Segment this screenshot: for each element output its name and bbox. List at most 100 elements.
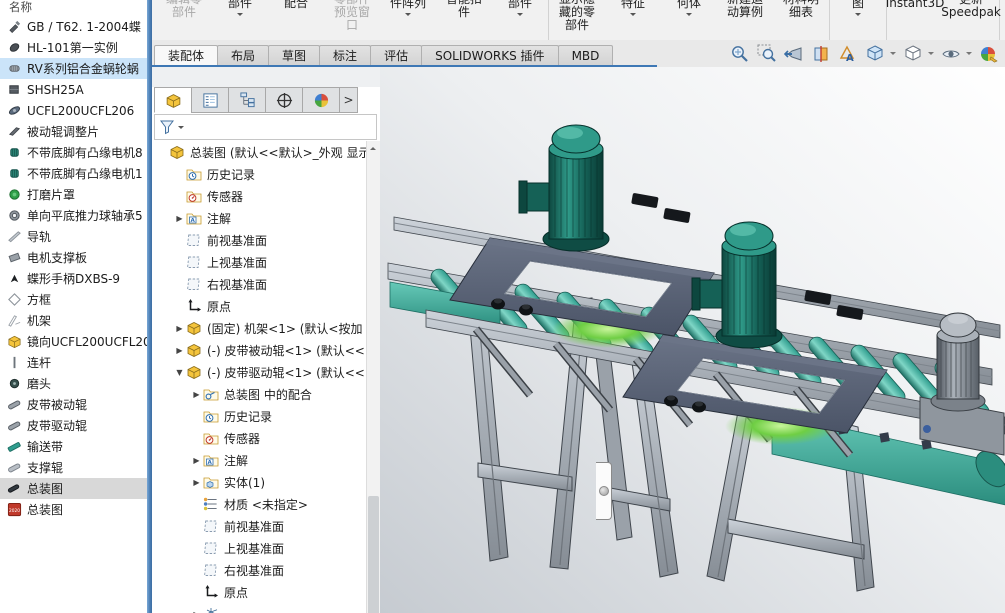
expand-arrow-icon[interactable]: ▶ bbox=[173, 346, 186, 355]
ribbon-button[interactable]: 图 bbox=[830, 0, 887, 40]
ribbon-button[interactable]: 材料明 细表 bbox=[773, 0, 830, 40]
file-list-item[interactable]: 蝶形手柄DXBS-9 bbox=[0, 268, 147, 289]
zoom-to-area-icon[interactable] bbox=[755, 42, 779, 66]
feature-tree-item[interactable]: 历史记录 bbox=[152, 163, 367, 185]
feature-tree-item[interactable]: 原点 bbox=[152, 581, 367, 603]
file-list-item[interactable]: 被动辊调整片 bbox=[0, 121, 147, 142]
feature-tree-item[interactable]: ▶ (-) 皮带被动辊<1> (默认<< bbox=[152, 339, 367, 361]
feature-tree-item[interactable]: 传感器 bbox=[152, 427, 367, 449]
zoom-to-fit-icon[interactable] bbox=[728, 42, 752, 66]
chevron-down-icon[interactable] bbox=[928, 52, 934, 58]
configuration-manager-tab[interactable] bbox=[228, 87, 266, 113]
feature-tree-item[interactable]: 右视基准面 bbox=[152, 559, 367, 581]
ribbon-button[interactable]: 新建运 动算例 bbox=[717, 0, 773, 40]
file-list-item[interactable]: 总装图 bbox=[0, 478, 147, 499]
ribbon-button[interactable]: 何体 bbox=[661, 0, 717, 40]
ribbon-button[interactable]: 件阵列 bbox=[380, 0, 436, 40]
feature-tree-item[interactable]: ▶ A 注解 bbox=[152, 207, 367, 229]
dimxpert-manager-tab[interactable] bbox=[265, 87, 303, 113]
display-style-icon[interactable] bbox=[901, 42, 925, 66]
file-list-item[interactable]: UCFL200UCFL206 bbox=[0, 100, 147, 121]
ribbon-button[interactable]: 部件 bbox=[492, 0, 549, 40]
ribbon-button[interactable]: 拍快照 bbox=[1000, 0, 1005, 40]
file-list-item[interactable]: 皮带驱动辊 bbox=[0, 415, 147, 436]
feature-tree-item[interactable]: ▶ A 注解 bbox=[152, 449, 367, 471]
previous-view-icon[interactable] bbox=[782, 42, 806, 66]
annotation-view-icon[interactable]: A bbox=[836, 42, 860, 66]
hide-show-items-icon[interactable] bbox=[939, 42, 963, 66]
ribbon-button[interactable]: 智能扣 件 bbox=[436, 0, 492, 40]
feature-tree-item[interactable]: ▶ 总装图 中的配合 bbox=[152, 383, 367, 405]
scroll-up-arrow-icon[interactable] bbox=[370, 144, 376, 150]
expand-arrow-icon[interactable]: ▶ bbox=[190, 610, 203, 613]
feature-tree-item[interactable]: 右视基准面 bbox=[152, 273, 367, 295]
file-list-item[interactable]: 输送带 bbox=[0, 436, 147, 457]
file-list-item[interactable]: 不带底脚有凸缘电机8 bbox=[0, 142, 147, 163]
feature-tree-item[interactable]: 上视基准面 bbox=[152, 251, 367, 273]
file-list-item[interactable]: 方框 bbox=[0, 289, 147, 310]
expand-arrow-icon[interactable]: ▼ bbox=[173, 368, 186, 377]
feature-tree-item[interactable]: ▼ (-) 皮带驱动辊<1> (默认<< bbox=[152, 361, 367, 383]
command-tab[interactable]: 草图 bbox=[268, 45, 320, 67]
expand-arrow-icon[interactable]: ▶ bbox=[190, 478, 203, 487]
file-list-item[interactable]: 机架 bbox=[0, 310, 147, 331]
ribbon-button[interactable]: 配合 bbox=[268, 0, 324, 40]
edit-appearance-icon[interactable] bbox=[977, 42, 1001, 66]
feature-tree-item[interactable]: 上视基准面 bbox=[152, 537, 367, 559]
expand-arrow-icon[interactable]: ▶ bbox=[190, 456, 203, 465]
file-list-item[interactable]: GB / T62. 1-2004蝶 bbox=[0, 16, 147, 37]
command-tab[interactable]: SOLIDWORKS 插件 bbox=[421, 45, 558, 67]
feature-tree-item[interactable]: 传感器 bbox=[152, 185, 367, 207]
command-tab[interactable]: 评估 bbox=[370, 45, 422, 67]
file-list-item[interactable]: RV系列铝合金蜗轮蜗 bbox=[0, 58, 147, 79]
scrollbar-thumb[interactable] bbox=[368, 496, 379, 613]
panel-collapse-handle[interactable] bbox=[596, 462, 612, 520]
ribbon-button[interactable]: 更新 Speedpak bbox=[943, 0, 1000, 40]
ribbon-button[interactable]: 部件 bbox=[212, 0, 268, 40]
file-list-item[interactable]: 2020 总装图 bbox=[0, 499, 147, 520]
section-view-icon[interactable] bbox=[809, 42, 833, 66]
feature-tree-item[interactable]: 总装图 (默认<<默认>_外观 显示 bbox=[152, 141, 367, 163]
command-tab[interactable]: MBD bbox=[558, 45, 614, 67]
file-list-item[interactable]: SHSH25A bbox=[0, 79, 147, 100]
tabs-overflow-arrow[interactable]: > bbox=[339, 87, 358, 113]
file-list-item[interactable]: HL-101第一实例 bbox=[0, 37, 147, 58]
chevron-down-icon[interactable] bbox=[890, 52, 896, 58]
file-list-item[interactable]: 支撑辊 bbox=[0, 457, 147, 478]
featuremanager-tree-tab[interactable] bbox=[154, 87, 192, 113]
tree-filter-bar[interactable] bbox=[154, 114, 377, 140]
feature-tree-item[interactable]: ▶ (固定) 机架<1> (默认<按加 bbox=[152, 317, 367, 339]
file-list-item[interactable]: 打磨片罩 bbox=[0, 184, 147, 205]
feature-tree-item[interactable]: 历史记录 bbox=[152, 405, 367, 427]
file-list-item[interactable]: 连杆 bbox=[0, 352, 147, 373]
ribbon-button[interactable]: 编辑零 部件 bbox=[156, 0, 212, 40]
feature-tree-item[interactable]: ▶ 实体(1) bbox=[152, 471, 367, 493]
file-list-item[interactable]: 镜向UCFL200UCFL20 bbox=[0, 331, 147, 352]
chevron-down-icon[interactable] bbox=[966, 52, 972, 58]
property-manager-tab[interactable] bbox=[191, 87, 229, 113]
file-list-item[interactable]: 不带底脚有凸缘电机1 bbox=[0, 163, 147, 184]
expand-arrow-icon[interactable]: ▶ bbox=[173, 324, 186, 333]
feature-tree-item[interactable]: ▶ bbox=[152, 603, 367, 613]
file-list-item[interactable]: 电机支撑板 bbox=[0, 247, 147, 268]
view-orientation-icon[interactable] bbox=[863, 42, 887, 66]
tree-scrollbar[interactable] bbox=[366, 141, 380, 613]
command-tab[interactable]: 装配体 bbox=[154, 45, 218, 67]
feature-tree-item[interactable]: 前视基准面 bbox=[152, 515, 367, 537]
file-list-item[interactable]: 磨头 bbox=[0, 373, 147, 394]
command-tab[interactable]: 布局 bbox=[217, 45, 269, 67]
file-list-item[interactable]: 单向平底推力球轴承5 bbox=[0, 205, 147, 226]
graphics-viewport[interactable] bbox=[380, 67, 1005, 613]
expand-arrow-icon[interactable]: ▶ bbox=[190, 390, 203, 399]
feature-tree-item[interactable]: 前视基准面 bbox=[152, 229, 367, 251]
feature-tree-item[interactable]: 原点 bbox=[152, 295, 367, 317]
ribbon-button[interactable]: 零部件 预览窗 口 bbox=[324, 0, 380, 40]
expand-arrow-icon[interactable]: ▶ bbox=[173, 214, 186, 223]
ribbon-button[interactable]: Instant3D bbox=[887, 0, 943, 40]
ribbon-button[interactable]: 特征 bbox=[605, 0, 661, 40]
display-manager-tab[interactable] bbox=[302, 87, 340, 113]
file-list-item[interactable]: 皮带被动辊 bbox=[0, 394, 147, 415]
command-tab[interactable]: 标注 bbox=[319, 45, 371, 67]
viewport-3d-model[interactable] bbox=[380, 67, 1005, 613]
feature-tree-item[interactable]: 材质 <未指定> bbox=[152, 493, 367, 515]
